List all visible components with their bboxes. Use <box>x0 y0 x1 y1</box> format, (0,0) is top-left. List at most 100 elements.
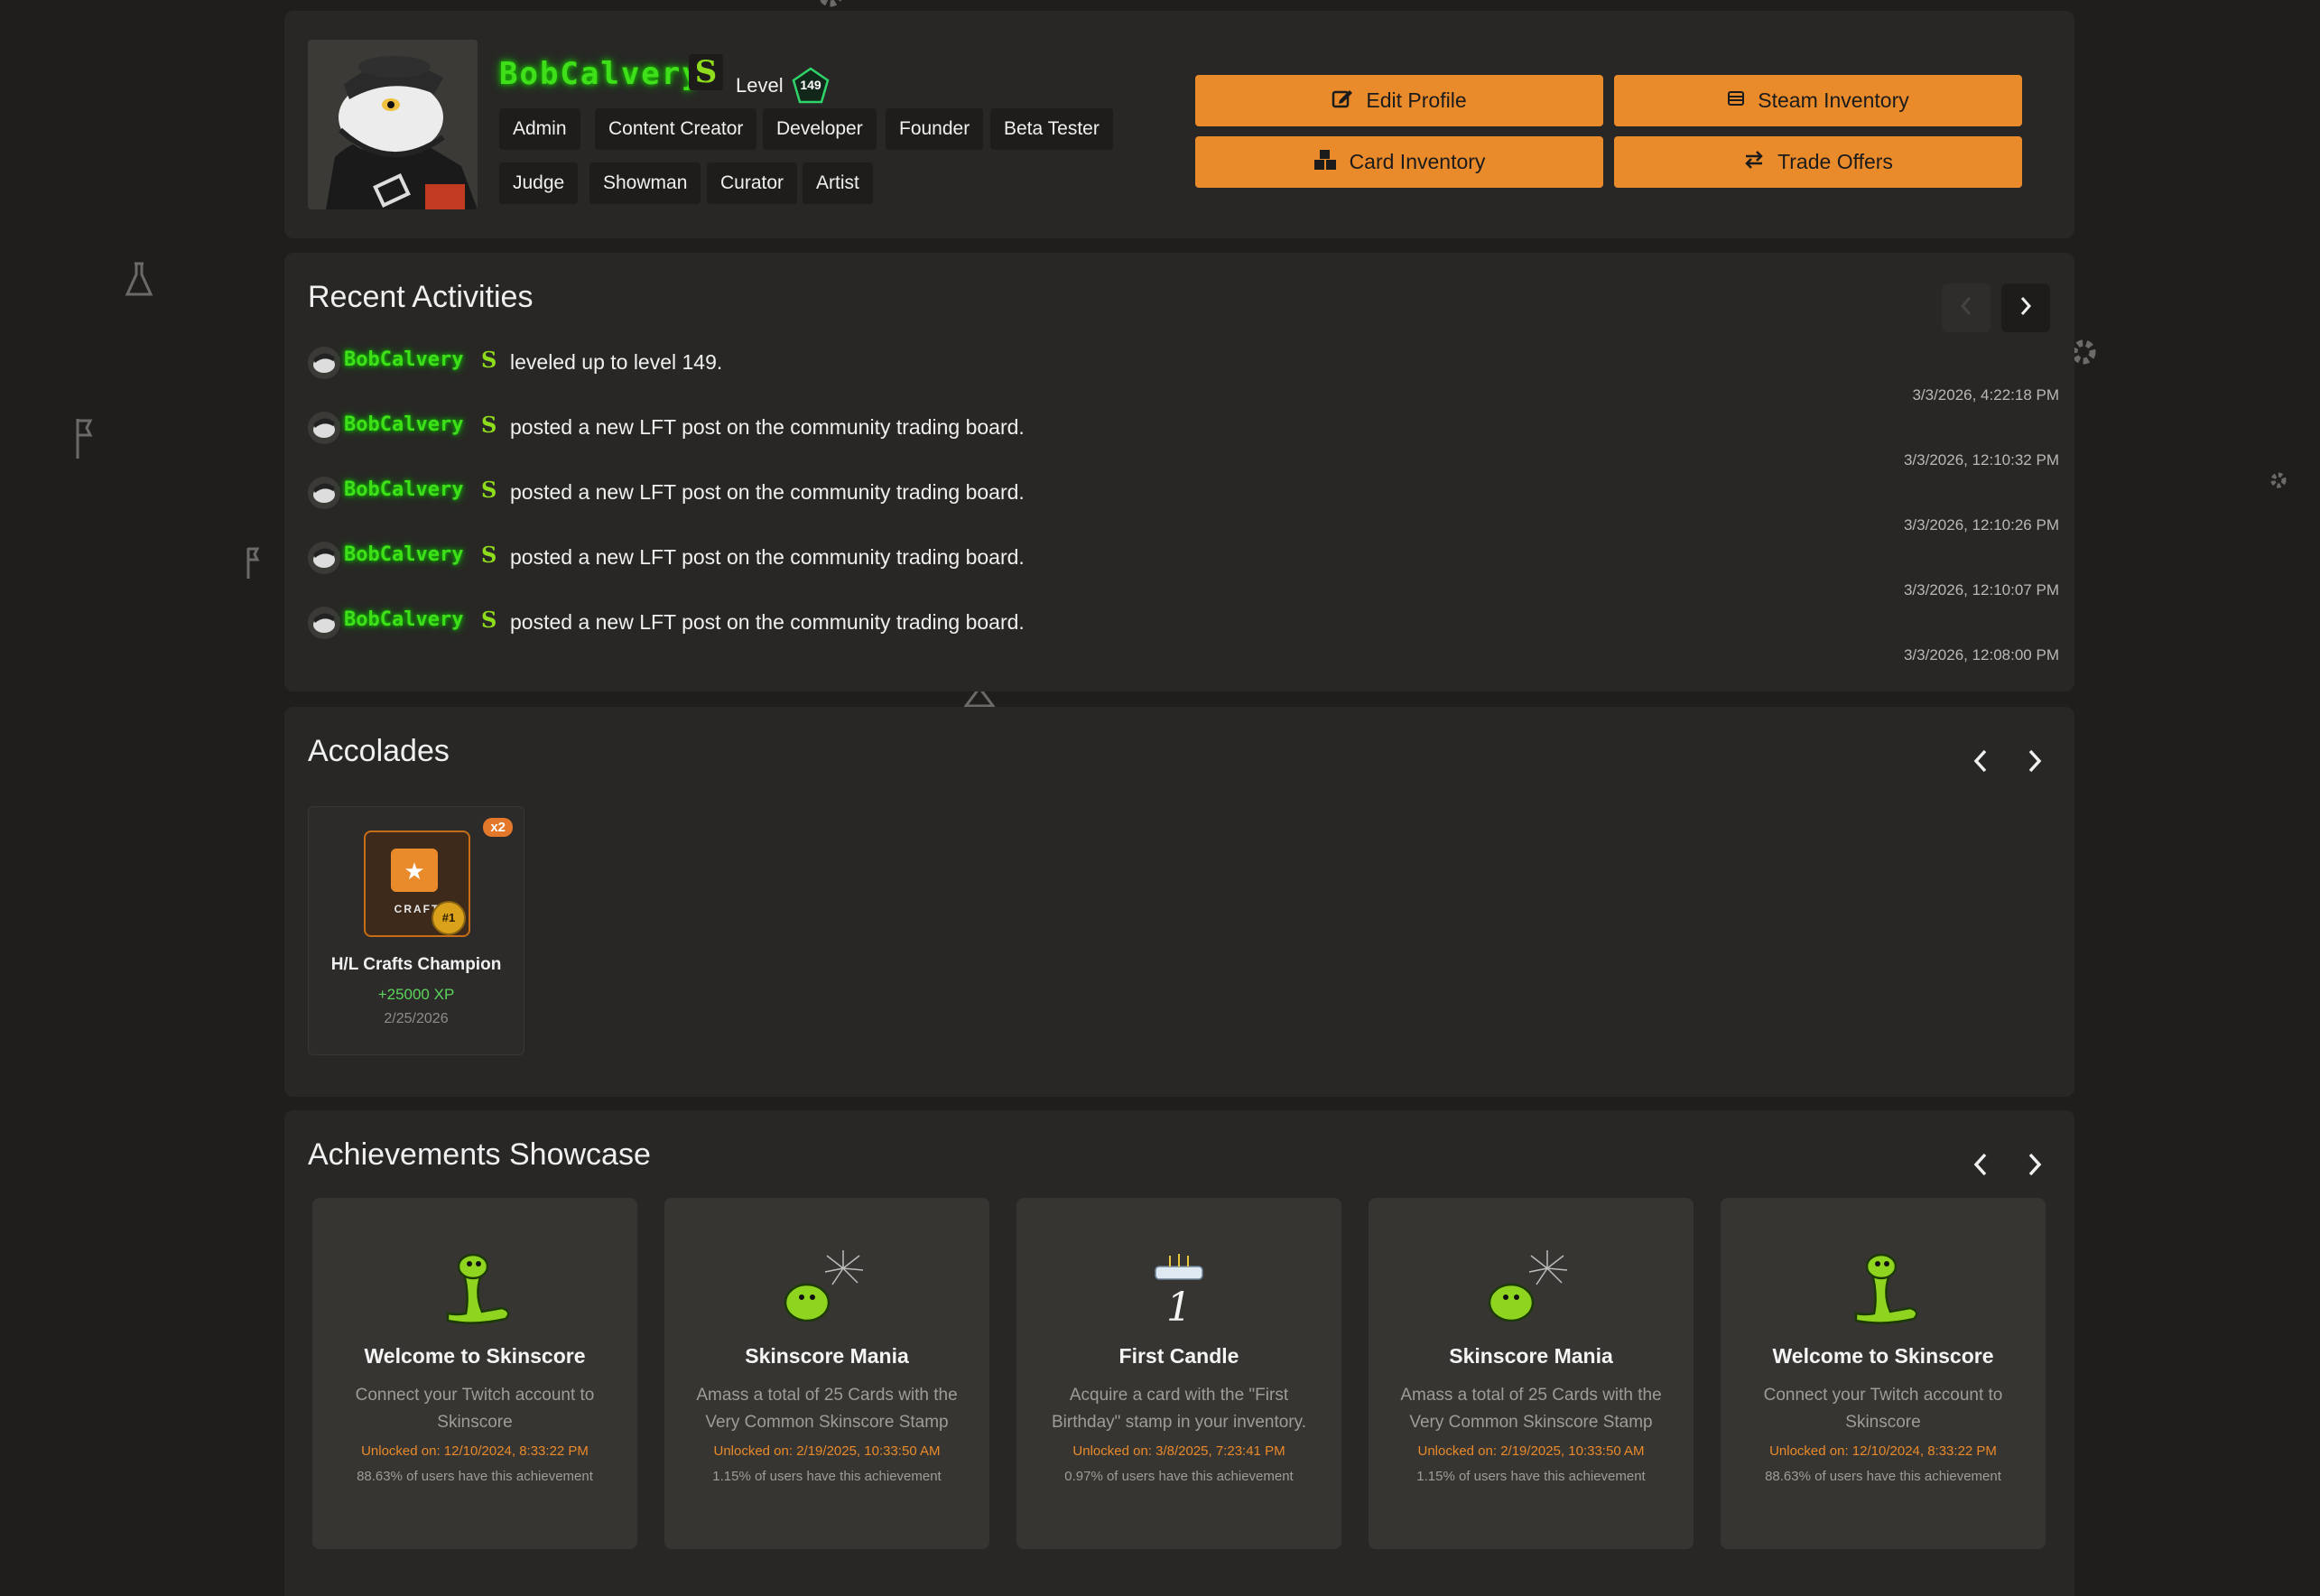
edit-icon <box>1332 88 1353 115</box>
chevron-left-icon <box>1972 748 1989 778</box>
activity-item: BobCalvery S posted a new LFT post on th… <box>308 531 2059 598</box>
prev-button[interactable] <box>1963 745 1999 781</box>
role-tag: Curator <box>707 162 798 204</box>
achievement-unlock-date: Unlocked on: 12/10/2024, 8:33:22 PM <box>1769 1443 1997 1459</box>
edit-profile-button[interactable]: Edit Profile <box>1195 75 1603 126</box>
activity-item: BobCalvery S leveled up to level 149. 3/… <box>308 336 2059 404</box>
skinscore-badge-icon: S <box>481 607 497 633</box>
chevron-left-icon <box>1972 1152 1989 1182</box>
skinscore-badge-icon: S <box>481 477 497 503</box>
achievement-description: Acquire a card with the "First Birthday"… <box>1051 1386 1306 1432</box>
inventory-icon <box>1727 88 1745 113</box>
activity-text: posted a new LFT post on the community t… <box>510 480 1025 504</box>
user-avatar-icon <box>308 477 340 509</box>
achievement-rarity: 1.15% of users have this achievement <box>712 1469 942 1484</box>
achievement-unlock-date: Unlocked on: 2/19/2025, 10:33:50 AM <box>1417 1443 1645 1459</box>
next-button[interactable] <box>2017 745 2053 781</box>
snake-icon <box>1838 1250 1928 1326</box>
trade-offers-label: Trade Offers <box>1777 150 1893 173</box>
username[interactable]: BobCalvery <box>499 56 702 92</box>
role-tag: Founder <box>886 108 984 150</box>
achievement-rarity: 1.15% of users have this achievement <box>1416 1469 1646 1484</box>
achievement-card[interactable]: Skinscore Mania Amass a total of 25 Card… <box>664 1198 989 1549</box>
profile-header: BobCalvery S Level 149 Admin Content Cre… <box>284 11 2074 238</box>
rank-badge: #1 <box>432 901 466 935</box>
role-tag: Beta Tester <box>990 108 1113 150</box>
next-page-button[interactable] <box>2001 283 2050 332</box>
gear-icon <box>2268 469 2289 496</box>
level-value: 149 <box>800 78 821 92</box>
activity-timestamp: 3/3/2026, 12:08:00 PM <box>1903 646 2059 663</box>
achievement-title: Welcome to Skinscore <box>364 1344 586 1368</box>
avatar[interactable] <box>308 40 478 209</box>
svg-text:★: ★ <box>404 858 424 886</box>
activity-username[interactable]: BobCalvery <box>344 348 463 371</box>
achievement-card[interactable]: Welcome to Skinscore Connect your Twitch… <box>1721 1198 2046 1549</box>
flag-icon <box>74 417 94 465</box>
accolade-name: H/L Crafts Champion <box>330 955 502 974</box>
achievement-card[interactable]: 1 First Candle Acquire a card with the "… <box>1016 1198 1341 1549</box>
activity-item: BobCalvery S posted a new LFT post on th… <box>308 596 2059 663</box>
activity-text: posted a new LFT post on the community t… <box>510 610 1025 634</box>
chevron-left-icon <box>1960 296 1972 320</box>
flask-icon <box>125 262 153 302</box>
achievement-unlock-date: Unlocked on: 3/8/2025, 7:23:41 PM <box>1072 1443 1285 1459</box>
next-button[interactable] <box>2017 1148 2053 1184</box>
activity-username[interactable]: BobCalvery <box>344 478 463 501</box>
achievement-description: Connect your Twitch account to Skinscore <box>355 1386 595 1432</box>
steam-inventory-button[interactable]: Steam Inventory <box>1614 75 2022 126</box>
activity-item: BobCalvery S posted a new LFT post on th… <box>308 401 2059 469</box>
card-inventory-button[interactable]: Card Inventory <box>1195 136 1603 188</box>
level-label: Level <box>736 74 784 97</box>
achievement-unlock-date: Unlocked on: 2/19/2025, 10:33:50 AM <box>713 1443 941 1459</box>
achievement-rarity: 88.63% of users have this achievement <box>1765 1469 2001 1484</box>
trade-offers-button[interactable]: Trade Offers <box>1614 136 2022 188</box>
rank-label: #1 <box>441 911 456 924</box>
user-avatar-icon <box>308 412 340 444</box>
edit-profile-label: Edit Profile <box>1366 88 1467 112</box>
achievement-title: First Candle <box>1118 1344 1239 1368</box>
role-tag: Judge <box>499 162 579 204</box>
svg-text:1: 1 <box>1166 1285 1192 1326</box>
achievement-card[interactable]: Welcome to Skinscore Connect your Twitch… <box>312 1198 637 1549</box>
card-inventory-label: Card Inventory <box>1349 150 1486 173</box>
chevron-right-icon <box>2027 1152 2043 1182</box>
achievement-rarity: 88.63% of users have this achievement <box>357 1469 593 1484</box>
role-tag: Admin <box>499 108 580 150</box>
accolade-card[interactable]: x2 ★ CRAFT #1 H/L Crafts Champion +25000… <box>308 806 524 1055</box>
user-avatar-icon <box>308 607 340 639</box>
role-tag: Artist <box>803 162 873 204</box>
chevron-right-icon <box>2027 748 2043 778</box>
role-tag: Showman <box>589 162 701 204</box>
skinscore-badge-icon: S <box>689 54 723 90</box>
birthday-cake-icon: 1 <box>1134 1250 1224 1331</box>
activity-text: posted a new LFT post on the community t… <box>510 545 1025 569</box>
chevron-right-icon <box>2019 296 2032 320</box>
achievement-description: Amass a total of 25 Cards with the Very … <box>1400 1386 1662 1432</box>
accolade-xp: +25000 XP <box>377 986 455 1003</box>
flag-icon <box>246 546 260 585</box>
snake-firework-icon <box>1486 1250 1576 1326</box>
activity-text: posted a new LFT post on the community t… <box>510 415 1025 439</box>
achievement-description: Connect your Twitch account to Skinscore <box>1763 1386 2003 1432</box>
activity-username[interactable]: BobCalvery <box>344 608 463 631</box>
achievement-unlock-date: Unlocked on: 12/10/2024, 8:33:22 PM <box>361 1443 589 1459</box>
prev-page-button[interactable] <box>1942 283 1991 332</box>
boxes-icon <box>1313 149 1337 176</box>
accolade-date: 2/25/2026 <box>384 1011 449 1026</box>
prev-button[interactable] <box>1963 1148 1999 1184</box>
achievement-title: Skinscore Mania <box>1449 1344 1613 1368</box>
activity-username[interactable]: BobCalvery <box>344 543 463 566</box>
achievement-card[interactable]: Skinscore Mania Amass a total of 25 Card… <box>1369 1198 1694 1549</box>
user-avatar-icon <box>308 347 340 379</box>
achievement-description: Amass a total of 25 Cards with the Very … <box>696 1386 958 1432</box>
role-tag: Developer <box>763 108 877 150</box>
snake-icon <box>430 1250 520 1326</box>
achievement-title: Welcome to Skinscore <box>1772 1344 1994 1368</box>
user-avatar-icon <box>308 542 340 574</box>
achievements-panel: Achievements Showcase Welcome to Skinsco… <box>284 1110 2074 1596</box>
accolades-panel: Accolades x2 ★ CRAFT #1 H/L Crafts Champ… <box>284 707 2074 1097</box>
section-title: Achievements Showcase <box>308 1137 651 1172</box>
skinscore-badge-icon: S <box>481 542 497 568</box>
activity-username[interactable]: BobCalvery <box>344 413 463 436</box>
